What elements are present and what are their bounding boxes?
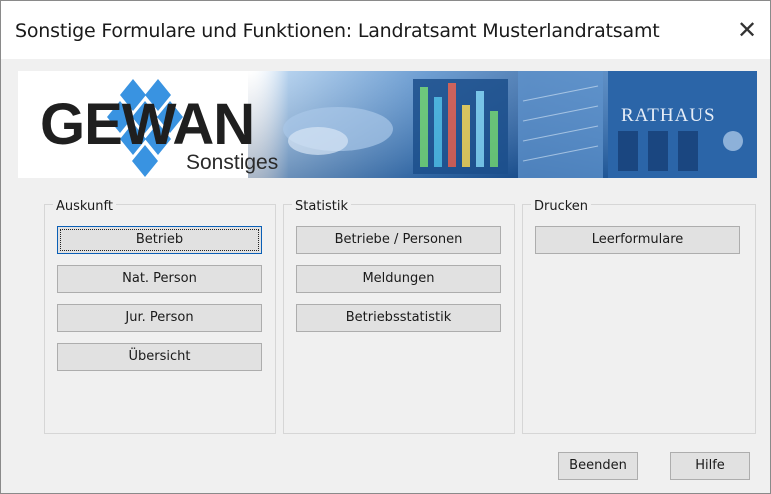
hilfe-button[interactable]: Hilfe [670, 452, 750, 480]
logo-subtitle: Sonstiges [186, 151, 279, 174]
leerformulare-button[interactable]: Leerformulare [535, 226, 740, 254]
betriebsstatistik-button[interactable]: Betriebsstatistik [296, 304, 501, 332]
betrieb-button[interactable]: Betrieb [57, 226, 262, 254]
group-label-statistik: Statistik [292, 199, 352, 214]
window-title: Sonstige Formulare und Funktionen: Landr… [15, 20, 660, 42]
jur-person-button[interactable]: Jur. Person [57, 304, 262, 332]
group-statistik: Statistik Betriebe / Personen Meldungen … [283, 199, 515, 434]
rathaus-sign: RATHAUS [621, 105, 716, 126]
title-bar: Sonstige Formulare und Funktionen: Landr… [1, 1, 770, 59]
dialog-window: Sonstige Formulare und Funktionen: Landr… [0, 0, 771, 494]
beenden-button[interactable]: Beenden [558, 452, 638, 480]
group-label-auskunft: Auskunft [53, 199, 116, 214]
gewan-banner: GEWAN Sonstiges RATHAUS [18, 71, 757, 178]
group-auskunft: Auskunft Betrieb Nat. Person Jur. Person… [44, 199, 276, 434]
group-label-drucken: Drucken [531, 199, 592, 214]
group-drucken: Drucken Leerformulare [522, 199, 756, 434]
nat-person-button[interactable]: Nat. Person [57, 265, 262, 293]
meldungen-button[interactable]: Meldungen [296, 265, 501, 293]
uebersicht-button[interactable]: Übersicht [57, 343, 262, 371]
logo-text: GEWAN [40, 92, 255, 157]
betriebe-personen-button[interactable]: Betriebe / Personen [296, 226, 501, 254]
close-icon[interactable]: ✕ [730, 13, 764, 47]
